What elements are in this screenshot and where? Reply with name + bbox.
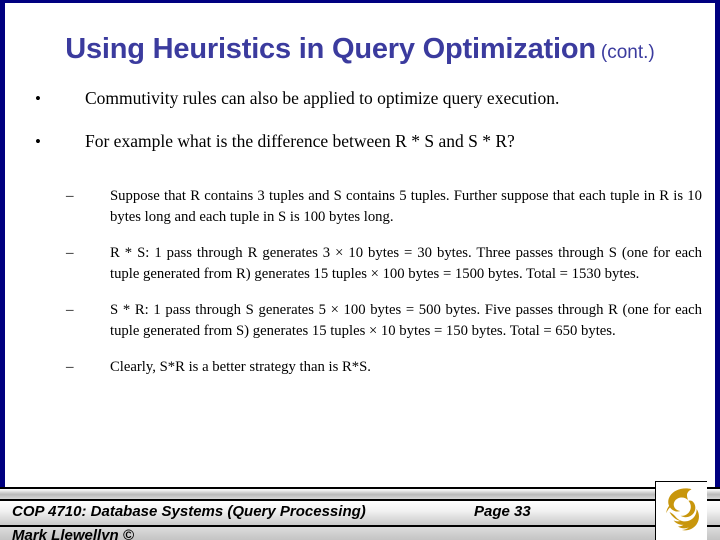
slide-border-top (0, 0, 720, 3)
footer-course-label: COP 4710: Database Systems (Query Proces… (12, 503, 366, 520)
dash-marker-icon: – (66, 188, 74, 204)
sub-bullet-item: – Suppose that R contains 3 tuples and S… (0, 186, 720, 227)
sub-bullet-text: Suppose that R contains 3 tuples and S c… (110, 188, 702, 225)
sub-bullet-item: – R * S: 1 pass through R generates 3 × … (0, 243, 720, 284)
dash-marker-icon: – (66, 245, 74, 261)
sub-bullet-item: – S * R: 1 pass through S generates 5 × … (0, 300, 720, 341)
page-title-suffix: (cont.) (600, 42, 655, 63)
sub-bullet-text: R * S: 1 pass through R generates 3 × 10… (110, 245, 702, 282)
slide-footer: COP 4710: Database Systems (Query Proces… (0, 487, 720, 540)
page-title: Using Heuristics in Query Optimization (c… (0, 33, 720, 66)
slide-body: • Commutivity rules can also be applied … (0, 88, 720, 394)
sub-bullet-item: – Clearly, S*R is a better strategy than… (0, 357, 720, 378)
bullet-text: For example what is the difference betwe… (85, 131, 515, 151)
bullet-marker-icon: • (35, 89, 41, 108)
page-title-main: Using Heuristics in Query Optimization (65, 33, 596, 65)
ucf-pegasus-logo (655, 481, 707, 540)
dash-marker-icon: – (66, 359, 74, 375)
footer-page-number: Page 33 (474, 503, 531, 520)
bullet-text: Commutivity rules can also be applied to… (85, 88, 560, 108)
bullet-marker-icon: • (35, 132, 41, 151)
bullet-item: • Commutivity rules can also be applied … (0, 88, 720, 110)
bullet-item: • For example what is the difference bet… (0, 131, 720, 153)
sub-bullet-text: Clearly, S*R is a better strategy than i… (110, 359, 371, 375)
sub-bullet-text: S * R: 1 pass through S generates 5 × 10… (110, 302, 702, 339)
slide-canvas: Using Heuristics in Query Optimization (c… (0, 0, 720, 540)
pegasus-icon (665, 488, 699, 531)
footer-author-label: Mark Llewellyn © (12, 527, 134, 540)
dash-marker-icon: – (66, 302, 74, 318)
footer-band-gray (0, 489, 720, 499)
